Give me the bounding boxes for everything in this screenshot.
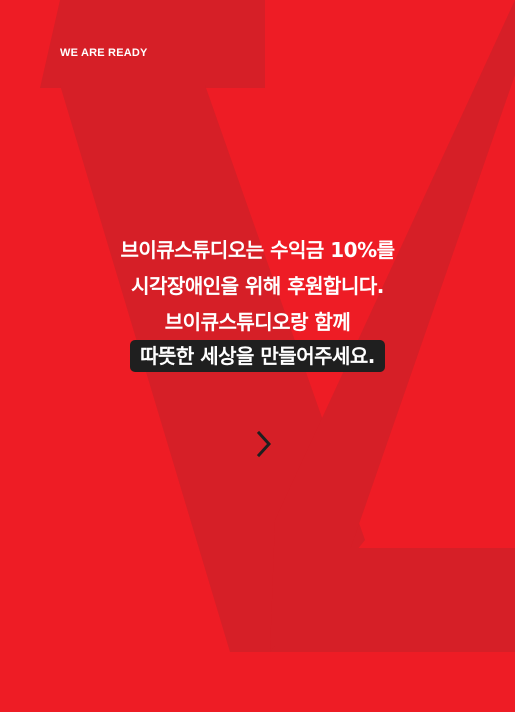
message-highlight: 따뜻한 세상을 만들어주세요.: [130, 340, 385, 372]
chevron-right-icon: [256, 430, 272, 458]
message-line-1: 브이큐스튜디오는 수익금 10%를: [120, 238, 395, 262]
message-line-2: 시각장애인을 위해 후원합니다.: [131, 274, 384, 298]
intro-screen: WE ARE READY 브이큐스튜디오는 수익금 10%를 시각장애인을 위해…: [0, 0, 515, 712]
donation-message: 브이큐스튜디오는 수익금 10%를 시각장애인을 위해 후원합니다. 브이큐스튜…: [0, 232, 515, 376]
eyebrow-label: WE ARE READY: [60, 47, 148, 59]
message-line-3: 브이큐스튜디오랑 함께: [164, 310, 351, 334]
watermark-top-bar: [40, 0, 265, 88]
watermark-bottom-bar: [275, 548, 515, 652]
message-highlight-row: 따뜻한 세상을 만들어주세요.: [0, 340, 515, 376]
next-button[interactable]: [247, 426, 281, 462]
